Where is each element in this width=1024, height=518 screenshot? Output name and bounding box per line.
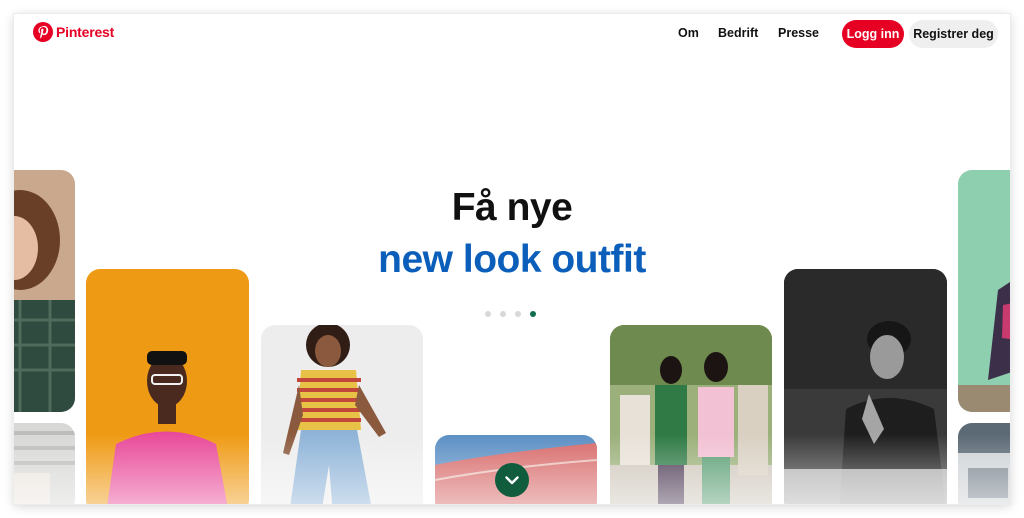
brand-name: Pinterest xyxy=(56,24,115,40)
pin-image-small-right[interactable] xyxy=(958,423,1010,504)
pin-image-small-left[interactable] xyxy=(14,423,75,504)
top-navigation: Pinterest Om Bedrift Presse Logg inn Reg… xyxy=(14,14,1010,54)
carousel-dot[interactable] xyxy=(500,311,506,317)
carousel-indicators xyxy=(485,311,536,317)
carousel-dot[interactable] xyxy=(515,311,521,317)
scroll-down-button[interactable] xyxy=(495,463,529,497)
chevron-down-icon xyxy=(505,475,519,484)
pin-image-pink-sweater[interactable] xyxy=(86,269,249,504)
nav-link-bedrift[interactable]: Bedrift xyxy=(718,26,758,40)
signup-button[interactable]: Registrer deg xyxy=(909,20,998,48)
carousel-dot[interactable] xyxy=(485,311,491,317)
pin-image-teal[interactable] xyxy=(958,170,1010,412)
nav-link-presse[interactable]: Presse xyxy=(778,26,819,40)
hero-heading: Få nye xyxy=(451,186,573,229)
pin-image-two-women[interactable] xyxy=(610,325,772,504)
pin-image-striped-top[interactable] xyxy=(261,325,423,504)
login-button[interactable]: Logg inn xyxy=(842,20,904,48)
nav-link-om[interactable]: Om xyxy=(678,26,699,40)
pin-image-man-bw[interactable] xyxy=(784,269,947,504)
carousel-dot-active[interactable] xyxy=(530,311,536,317)
pin-image-woman-plaid[interactable] xyxy=(14,170,75,412)
pinterest-logo[interactable]: Pinterest xyxy=(33,22,114,42)
browser-page: Pinterest Om Bedrift Presse Logg inn Reg… xyxy=(14,14,1010,504)
pinterest-logo-icon xyxy=(33,22,53,42)
